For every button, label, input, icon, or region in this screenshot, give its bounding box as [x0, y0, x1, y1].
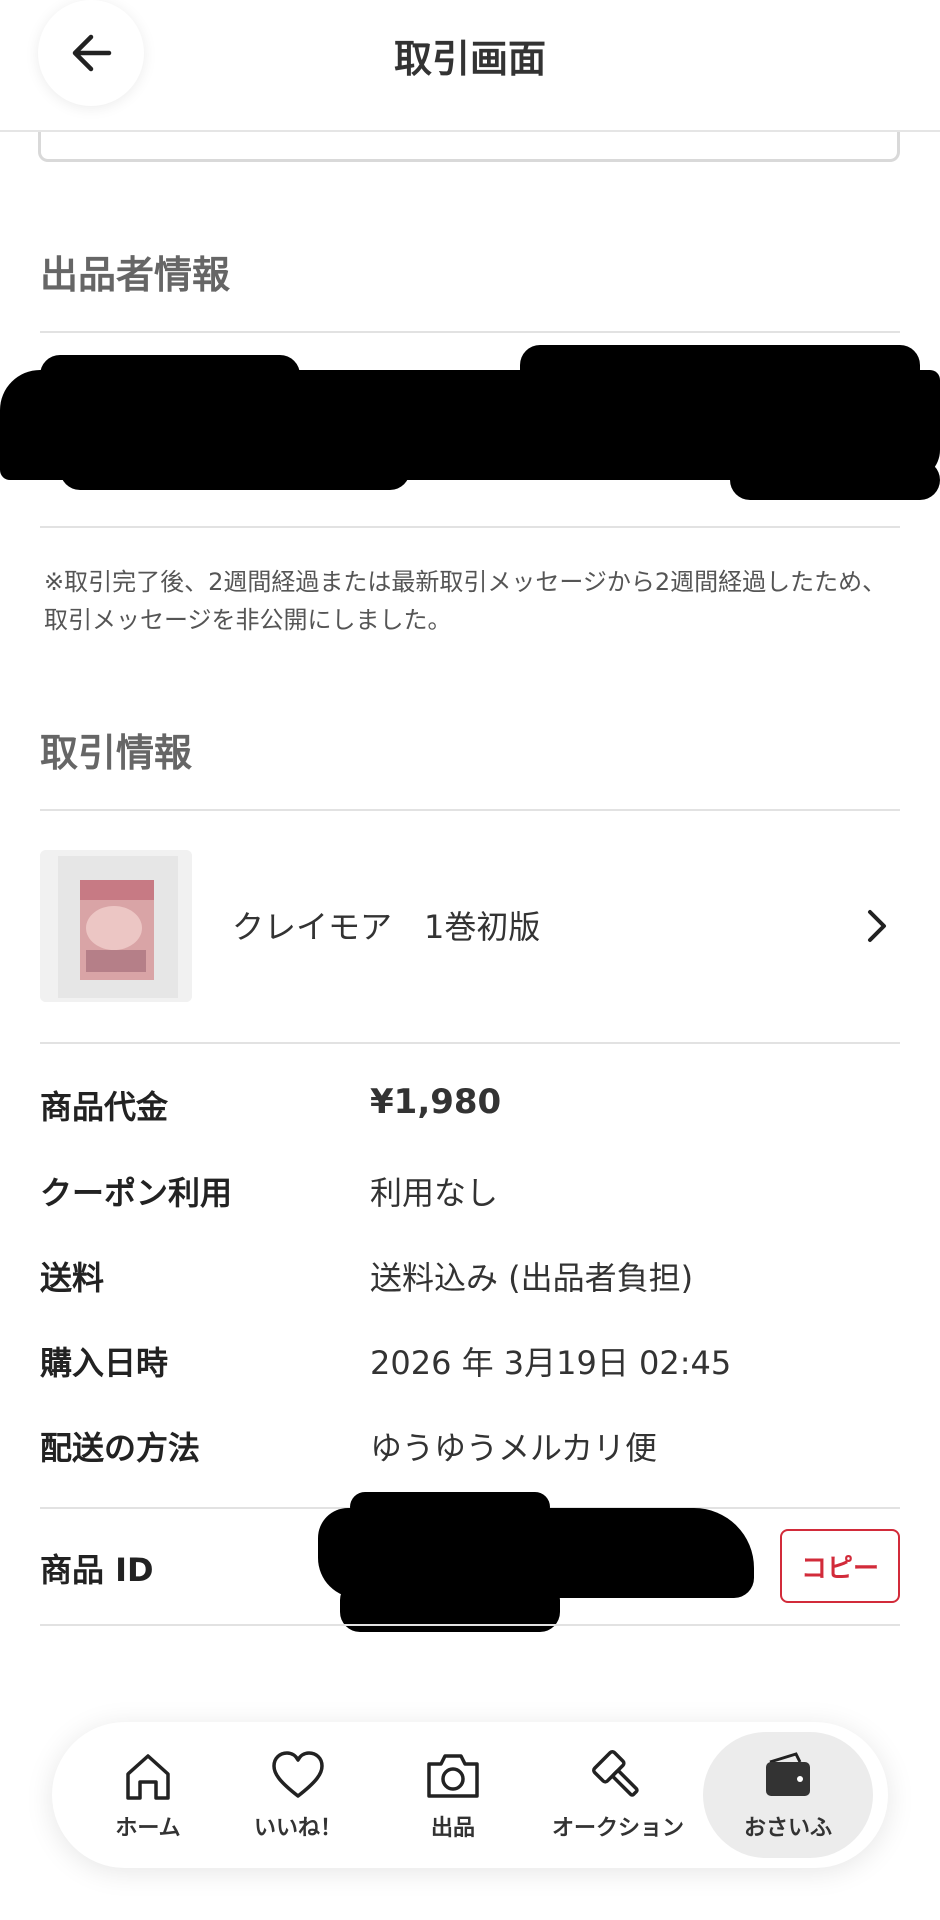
nav-item-home[interactable]: ホーム: [63, 1732, 233, 1858]
purchase-date-label: 購入日時: [40, 1344, 169, 1382]
shipping-fee-value: 送料込み (出品者負担): [370, 1259, 694, 1297]
delivery-method-label: 配送の方法: [40, 1429, 201, 1467]
divider: [40, 1042, 900, 1044]
nav-label-likes: いいね！: [253, 1816, 342, 1841]
item-id-label: 商品 ID: [40, 1551, 154, 1589]
bottom-navigation: ホーム いいね！ 出品 オークション おさいふ: [52, 1722, 888, 1868]
coupon-label: クーポン利用: [40, 1174, 233, 1212]
seller-section-title: 出品者情報: [40, 253, 231, 297]
shipping-fee-label: 送料: [40, 1259, 105, 1297]
heart-icon: [272, 1751, 324, 1798]
purchase-date-value: 2026 年 3月19日 02:45: [370, 1344, 732, 1382]
camera-icon: [427, 1754, 479, 1798]
item-thumbnail: [40, 850, 192, 1002]
coupon-value: 利用なし: [370, 1174, 499, 1212]
header-bar: 取引画面: [0, 0, 940, 132]
nav-label-wallet: おさいふ: [743, 1816, 832, 1841]
price-value: ¥1,980: [370, 1082, 502, 1122]
price-row: 商品代金 ¥1,980: [40, 1082, 900, 1132]
nav-item-wallet[interactable]: おさいふ: [703, 1732, 873, 1858]
delivery-method-value: ゆうゆうメルカリ便: [370, 1429, 658, 1467]
message-hidden-note: ※取引完了後、2週間経過または最新取引メッセージから2週間経過したため、取引メッ…: [44, 568, 887, 634]
divider: [40, 526, 900, 528]
divider: [40, 1624, 900, 1626]
nav-item-sell[interactable]: 出品: [368, 1732, 538, 1858]
item-link-row[interactable]: クレイモア 1巻初版: [40, 830, 900, 1010]
page-title: 取引画面: [393, 37, 546, 81]
nav-label-auction: オークション: [551, 1816, 684, 1841]
copy-button[interactable]: コピー: [780, 1529, 900, 1603]
transaction-section-title: 取引情報: [40, 731, 193, 775]
coupon-row: クーポン利用 利用なし: [40, 1168, 900, 1218]
divider: [40, 809, 900, 811]
home-icon: [126, 1754, 170, 1800]
shipping-fee-row: 送料 送料込み (出品者負担): [40, 1253, 900, 1303]
price-label: 商品代金: [40, 1088, 169, 1126]
nav-label-home: ホーム: [115, 1816, 181, 1841]
nav-label-sell: 出品: [430, 1816, 475, 1841]
divider: [40, 331, 900, 333]
delivery-method-row: 配送の方法 ゆうゆうメルカリ便: [40, 1423, 900, 1473]
gavel-icon: [592, 1750, 639, 1797]
chevron-right-icon: [868, 910, 886, 942]
purchase-date-row: 購入日時 2026 年 3月19日 02:45: [40, 1338, 900, 1388]
item-name: クレイモア 1巻初版: [232, 908, 541, 946]
wallet-icon: [766, 1752, 810, 1796]
nav-item-likes[interactable]: いいね！: [213, 1732, 383, 1858]
nav-item-auction[interactable]: オークション: [533, 1732, 703, 1858]
